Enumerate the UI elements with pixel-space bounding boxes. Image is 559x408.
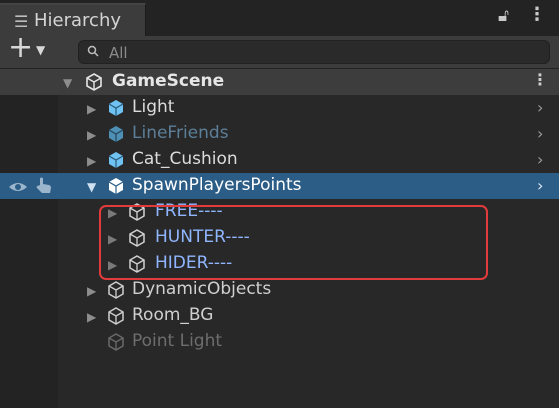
item-label: SpawnPlayersPoints <box>132 175 302 195</box>
item-label: Point Light <box>132 331 223 351</box>
prefab-cube-icon <box>108 100 124 116</box>
tab-bar: ☰ Hierarchy 🔓︎ ⋮ <box>0 0 559 36</box>
eye-icon[interactable] <box>8 177 28 197</box>
chevron-right-icon[interactable]: › <box>537 176 543 195</box>
panel-title: Hierarchy <box>34 10 122 31</box>
item-label: Room_BG <box>132 305 214 325</box>
chevron-right-icon[interactable]: › <box>537 150 543 169</box>
prefab-cube-icon <box>108 178 124 194</box>
hierarchy-item-point-light[interactable]: Point Light <box>0 329 559 355</box>
hierarchy-item-light[interactable]: ▶ Light › <box>0 95 559 121</box>
item-label: DynamicObjects <box>132 279 272 299</box>
pointing-hand-icon[interactable] <box>34 176 54 196</box>
scene-header-row[interactable]: ▼ GameScene ⋮ <box>0 69 559 95</box>
gameobject-cube-icon <box>108 333 124 351</box>
fold-arrow-icon[interactable]: ▶ <box>87 285 99 297</box>
item-label: Light <box>132 97 175 117</box>
caret-down-icon: ▼ <box>36 43 46 57</box>
plus-icon: + <box>8 30 34 65</box>
chevron-right-icon[interactable]: › <box>537 98 543 117</box>
kebab-menu-icon[interactable]: ⋮ <box>528 4 546 25</box>
lock-icon[interactable]: 🔓︎ <box>498 6 509 26</box>
highlight-box <box>99 205 488 280</box>
fold-arrow-icon[interactable]: ▶ <box>87 103 99 115</box>
gameobject-cube-icon <box>108 281 124 299</box>
fold-arrow-icon[interactable]: ▶ <box>87 155 99 167</box>
prefab-cube-icon <box>108 126 124 142</box>
hierarchy-item-linefriends[interactable]: ▶ LineFriends › <box>0 121 559 147</box>
kebab-menu-icon[interactable]: ⋮ <box>532 70 548 89</box>
fold-arrow-icon[interactable]: ▼ <box>87 181 99 193</box>
scene-name: GameScene <box>112 71 225 91</box>
hamburger-list-icon: ☰ <box>14 12 29 31</box>
chevron-right-icon[interactable]: › <box>537 124 543 143</box>
item-label: Cat_Cushion <box>132 149 238 169</box>
hierarchy-item-room-bg[interactable]: ▶ Room_BG <box>0 303 559 329</box>
fold-arrow-icon[interactable]: ▶ <box>87 129 99 141</box>
search-input[interactable] <box>107 42 531 64</box>
hierarchy-item-cat-cushion[interactable]: ▶ Cat_Cushion › <box>0 147 559 173</box>
fold-arrow-icon[interactable]: ▶ <box>87 311 99 323</box>
prefab-cube-icon <box>108 152 124 168</box>
hierarchy-item-spawnplayerspoints[interactable]: ▼ SpawnPlayersPoints › <box>0 173 559 199</box>
fold-arrow-icon[interactable]: ▼ <box>63 77 75 89</box>
gameobject-cube-icon <box>108 307 124 325</box>
unity-scene-icon <box>86 73 102 91</box>
add-button[interactable]: + ▼ <box>8 33 54 65</box>
item-label: LineFriends <box>132 123 229 143</box>
hierarchy-item-dynamicobjects[interactable]: ▶ DynamicObjects <box>0 277 559 303</box>
search-icon <box>87 45 99 57</box>
search-box[interactable] <box>78 40 550 64</box>
